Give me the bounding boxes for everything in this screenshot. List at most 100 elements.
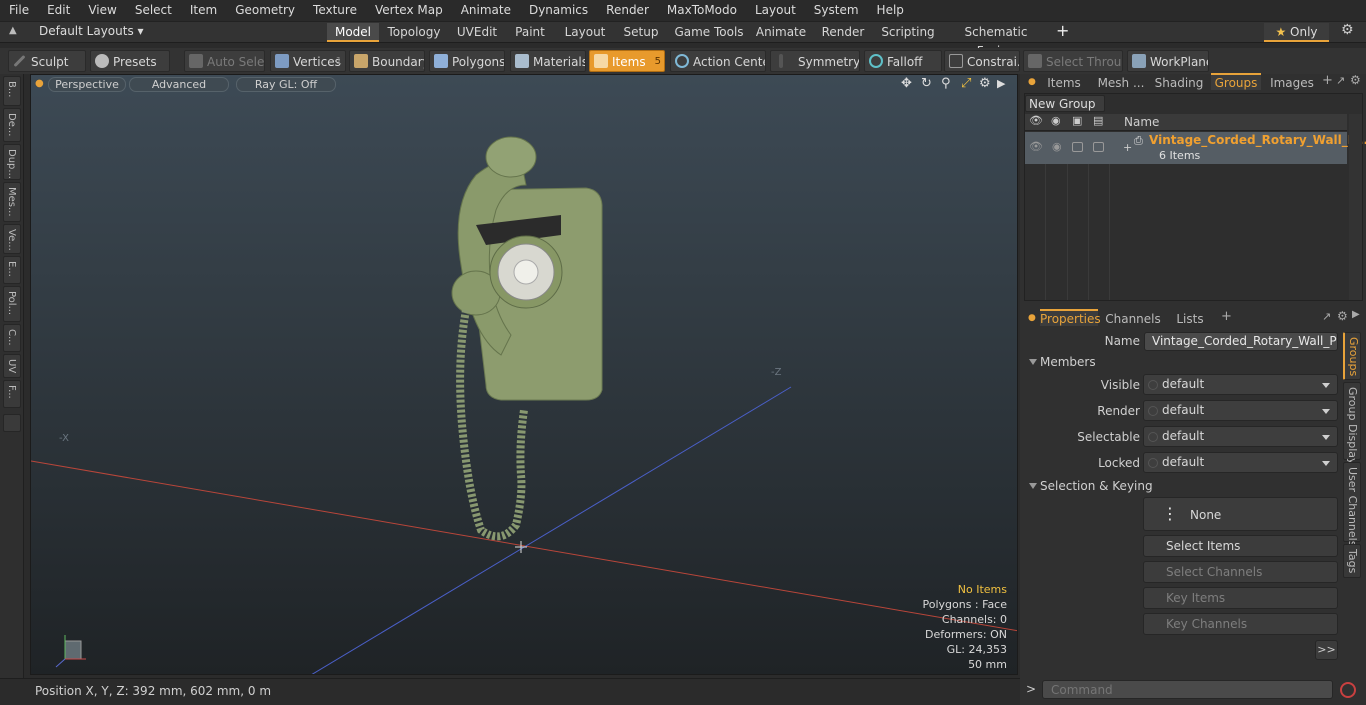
side-tab-tags[interactable]: Tags <box>1343 544 1361 578</box>
left-tab-toggle[interactable] <box>3 414 21 432</box>
menu-render[interactable]: Render <box>597 0 658 21</box>
menu-dynamics[interactable]: Dynamics <box>520 0 597 21</box>
tab-channels[interactable]: Channels <box>1104 311 1162 328</box>
row-visible-icon[interactable]: 👁 <box>1029 140 1043 153</box>
key-items-button[interactable]: Key Items <box>1143 587 1338 609</box>
menu-select[interactable]: Select <box>126 0 181 21</box>
tab-groups[interactable]: Groups <box>1211 73 1261 90</box>
left-tab-basic[interactable]: B... <box>3 76 21 106</box>
add-panel-tab-icon[interactable]: + <box>1322 73 1333 88</box>
locked-dropdown[interactable]: default <box>1143 452 1338 473</box>
props-menu-icon[interactable]: ▶ <box>1352 309 1360 320</box>
left-tab-vertex[interactable]: Ve... <box>3 224 21 254</box>
materials-button[interactable]: Materials <box>510 50 586 72</box>
select-through-button[interactable]: Select Through <box>1023 50 1123 72</box>
tab-shading[interactable]: Shading <box>1152 75 1206 92</box>
render-dropdown[interactable]: default <box>1143 400 1338 421</box>
tab-layout[interactable]: Layout <box>560 23 610 42</box>
row-select-checkbox[interactable] <box>1072 142 1083 152</box>
menu-geometry[interactable]: Geometry <box>226 0 304 21</box>
layout-preset-dropdown[interactable]: Default Layouts ▾ <box>39 24 144 38</box>
select-items-button[interactable]: Select Items <box>1143 535 1338 557</box>
record-icon[interactable] <box>1340 682 1356 698</box>
tab-properties[interactable]: Properties <box>1040 309 1101 326</box>
falloff-button[interactable]: Falloff <box>864 50 942 72</box>
expand-icon[interactable]: ↗ <box>1336 74 1345 87</box>
left-tab-uv[interactable]: UV <box>3 354 21 378</box>
menu-maxtomodo[interactable]: MaxToModo <box>658 0 746 21</box>
vertices-button[interactable]: Vertices 1 <box>270 50 346 72</box>
menu-texture[interactable]: Texture <box>304 0 366 21</box>
left-tab-duplicate[interactable]: Dup... <box>3 144 21 180</box>
props-gear-icon[interactable]: ⚙ <box>1337 309 1348 323</box>
key-channels-button[interactable]: Key Channels <box>1143 613 1338 635</box>
polygons-button[interactable]: Polygons <box>429 50 505 72</box>
select-col-icon[interactable]: ▣ <box>1072 114 1082 127</box>
tab-model[interactable]: Model <box>327 23 379 42</box>
panel-dot-icon[interactable]: ● <box>1028 77 1036 87</box>
tab-items[interactable]: Items <box>1040 75 1088 92</box>
row-lock-checkbox[interactable] <box>1093 142 1104 152</box>
menu-file[interactable]: File <box>0 0 38 21</box>
tab-animate[interactable]: Animate <box>754 23 808 42</box>
left-tab-edge[interactable]: E... <box>3 256 21 284</box>
menu-vertex-map[interactable]: Vertex Map <box>366 0 452 21</box>
side-tab-user-channels[interactable]: User Channels <box>1343 462 1361 546</box>
presets-button[interactable]: Presets <box>90 50 170 72</box>
new-group-button[interactable]: New Group <box>1025 95 1105 112</box>
tab-paint[interactable]: Paint <box>510 23 550 42</box>
menu-animate[interactable]: Animate <box>452 0 520 21</box>
props-dot-icon[interactable]: ● <box>1028 313 1036 323</box>
row-render-icon[interactable]: ◉ <box>1052 140 1062 153</box>
gear-icon[interactable]: ⚙ <box>1341 22 1354 38</box>
left-tab-fusion[interactable]: F... <box>3 380 21 408</box>
tab-mesh[interactable]: Mesh ... <box>1092 75 1150 92</box>
menu-system[interactable]: System <box>805 0 868 21</box>
members-section[interactable]: Members <box>1026 354 1338 370</box>
lock-col-icon[interactable]: ▤ <box>1093 114 1103 127</box>
tab-setup[interactable]: Setup <box>618 23 664 42</box>
workplane-button[interactable]: WorkPlane <box>1127 50 1209 72</box>
left-tab-deform[interactable]: De... <box>3 108 21 142</box>
groups-scrollbar[interactable] <box>1349 114 1362 300</box>
menu-view[interactable]: View <box>79 0 125 21</box>
panel-gear-icon[interactable]: ⚙ <box>1350 73 1361 87</box>
tab-game-tools[interactable]: Game Tools <box>674 23 744 42</box>
tab-topology[interactable]: Topology <box>384 23 444 42</box>
group-row[interactable]: 👁 ◉ + ⎙ Vintage_Corded_Rotary_Wall_P... … <box>1025 132 1366 164</box>
tab-lists[interactable]: Lists <box>1166 311 1214 328</box>
selection-keying-section[interactable]: Selection & Keying <box>1026 478 1338 494</box>
add-tab-icon[interactable]: + <box>1056 21 1069 40</box>
left-tab-curve[interactable]: C... <box>3 324 21 352</box>
tab-schematic-fusion[interactable]: Schematic Fusion <box>948 23 1044 58</box>
render-col-icon[interactable]: ◉ <box>1051 114 1061 127</box>
left-tab-mesh[interactable]: Mes... <box>3 182 21 222</box>
name-field[interactable]: Vintage_Corded_Rotary_Wall_Phone_ <box>1144 332 1338 351</box>
items-button[interactable]: Items 5 <box>589 50 665 72</box>
tab-scripting[interactable]: Scripting <box>878 23 938 42</box>
auto-select-button[interactable]: Auto Select <box>184 50 265 72</box>
menu-help[interactable]: Help <box>868 0 913 21</box>
side-tab-groups[interactable]: Groups <box>1343 332 1361 380</box>
tab-render[interactable]: Render <box>818 23 868 42</box>
left-tab-polygon[interactable]: Pol... <box>3 286 21 322</box>
select-channels-button[interactable]: Select Channels <box>1143 561 1338 583</box>
props-expand-icon[interactable]: ↗ <box>1322 310 1331 323</box>
none-button[interactable]: ⋮ None <box>1143 497 1338 531</box>
visible-col-icon[interactable]: 👁 <box>1029 114 1043 127</box>
more-button[interactable]: >> <box>1315 640 1338 660</box>
side-tab-group-display[interactable]: Group Display <box>1343 382 1361 465</box>
menu-layout[interactable]: Layout <box>746 0 805 21</box>
tab-images[interactable]: Images <box>1266 75 1318 92</box>
3d-viewport[interactable]: ● Perspective Advanced Ray GL: Off ✥ ↻ ⚲… <box>30 74 1018 675</box>
selectable-dropdown[interactable]: default <box>1143 426 1338 447</box>
visible-dropdown[interactable]: default <box>1143 374 1338 395</box>
command-input[interactable] <box>1042 680 1333 699</box>
collapse-icon[interactable]: ▲ <box>9 25 17 36</box>
tab-uvedit[interactable]: UVEdit <box>452 23 502 42</box>
only-button[interactable]: ★ Only <box>1264 23 1329 42</box>
symmetry-button[interactable]: Symmetry <box>770 50 860 72</box>
constraints-button[interactable]: Constrai... <box>944 50 1020 72</box>
action-center-button[interactable]: Action Center <box>670 50 766 72</box>
boundary-button[interactable]: Boundary <box>349 50 425 72</box>
